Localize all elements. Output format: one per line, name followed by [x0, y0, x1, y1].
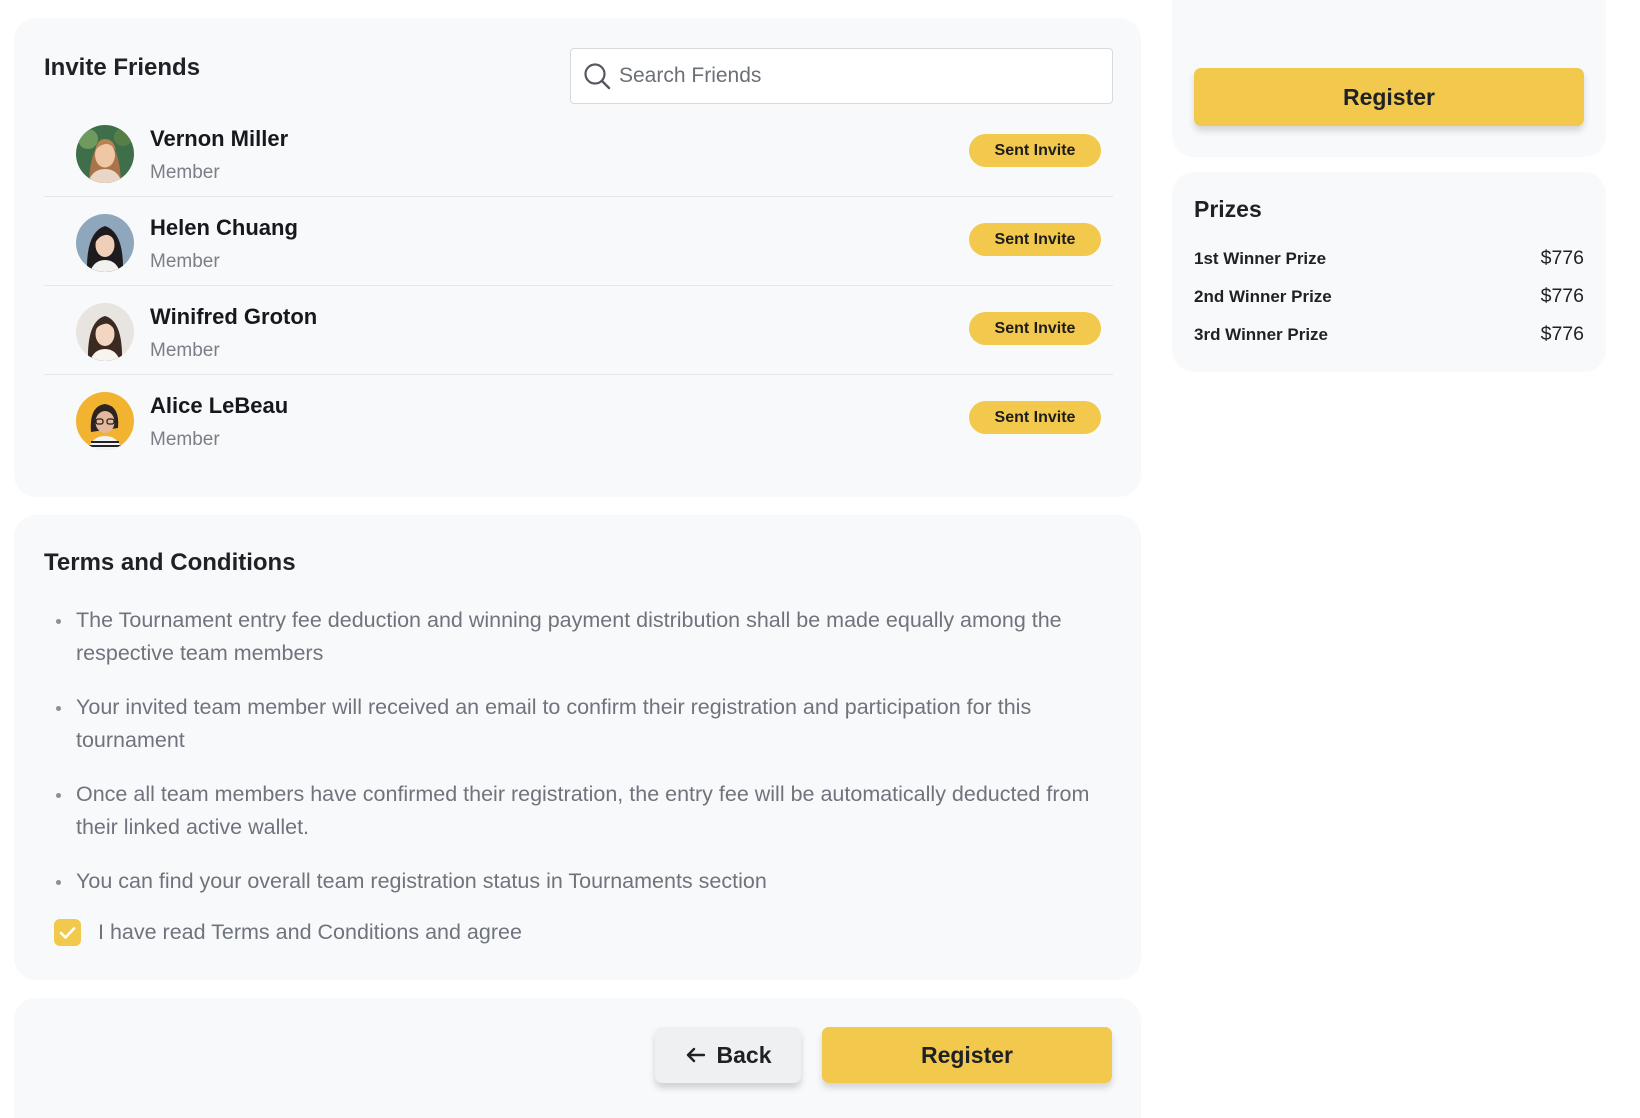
friend-role: Member — [150, 340, 220, 361]
arrow-left-icon — [686, 1047, 705, 1063]
sidebar-register-button[interactable]: Register — [1194, 68, 1584, 126]
friend-name[interactable]: Vernon Miller — [150, 126, 288, 152]
friend-list: Vernon Miller Member Sent Invite Helen C… — [44, 108, 1113, 464]
friend-role: Member — [150, 162, 220, 183]
friend-name[interactable]: Alice LeBeau — [150, 393, 288, 419]
friend-role: Member — [150, 429, 220, 450]
agree-checkbox[interactable] — [54, 919, 81, 946]
invite-friends-card: Invite Friends Vernon Miller Membe — [14, 18, 1141, 497]
friend-row: Vernon Miller Member Sent Invite — [44, 108, 1113, 197]
prize-label: 2nd Winner Prize — [1194, 287, 1332, 306]
terms-item: The Tournament entry fee deduction and w… — [56, 604, 1116, 670]
friend-role: Member — [150, 251, 220, 272]
terms-title: Terms and Conditions — [44, 549, 296, 576]
friend-name[interactable]: Winifred Groton — [150, 304, 317, 330]
prizes-card: Prizes 1st Winner Prize $776 2nd Winner … — [1172, 172, 1606, 372]
avatar[interactable] — [76, 125, 134, 183]
register-button[interactable]: Register — [822, 1027, 1112, 1083]
terms-item: Your invited team member will received a… — [56, 691, 1116, 757]
sent-invite-button[interactable]: Sent Invite — [969, 401, 1101, 434]
prize-row: 3rd Winner Prize $776 — [1194, 323, 1584, 346]
prize-row: 2nd Winner Prize $776 — [1194, 285, 1584, 308]
prize-label: 1st Winner Prize — [1194, 249, 1327, 268]
search-friends-input[interactable] — [619, 64, 1099, 88]
sent-invite-button[interactable]: Sent Invite — [969, 223, 1101, 256]
terms-list: The Tournament entry fee deduction and w… — [56, 604, 1116, 919]
back-label: Back — [716, 1041, 772, 1068]
sent-invite-button[interactable]: Sent Invite — [969, 134, 1101, 167]
search-icon — [584, 63, 611, 90]
prize-value: $776 — [1540, 323, 1584, 345]
friend-row: Alice LeBeau Member Sent Invite — [44, 375, 1113, 464]
friend-name[interactable]: Helen Chuang — [150, 215, 298, 241]
registration-summary-card: Register — [1172, 0, 1606, 157]
invite-friends-title: Invite Friends — [44, 54, 201, 81]
prize-value: $776 — [1540, 285, 1584, 307]
action-bar: Back Register — [14, 998, 1141, 1118]
agree-row: I have read Terms and Conditions and agr… — [54, 919, 522, 946]
prize-row: 1st Winner Prize $776 — [1194, 247, 1584, 270]
avatar[interactable] — [76, 214, 134, 272]
back-button[interactable]: Back — [655, 1027, 801, 1083]
avatar[interactable] — [76, 303, 134, 361]
search-friends-field[interactable] — [570, 48, 1113, 104]
prize-value: $776 — [1540, 247, 1584, 269]
prize-label: 3rd Winner Prize — [1194, 325, 1328, 344]
terms-card: Terms and Conditions The Tournament entr… — [14, 515, 1141, 980]
friend-row: Winifred Groton Member Sent Invite — [44, 286, 1113, 375]
terms-item: Once all team members have confirmed the… — [56, 778, 1116, 844]
friend-row: Helen Chuang Member Sent Invite — [44, 197, 1113, 286]
terms-item: You can find your overall team registrat… — [56, 865, 1116, 898]
avatar[interactable] — [76, 392, 134, 450]
agree-label[interactable]: I have read Terms and Conditions and agr… — [98, 920, 522, 945]
check-icon — [59, 926, 76, 939]
sent-invite-button[interactable]: Sent Invite — [969, 312, 1101, 345]
prizes-title: Prizes — [1194, 196, 1262, 222]
